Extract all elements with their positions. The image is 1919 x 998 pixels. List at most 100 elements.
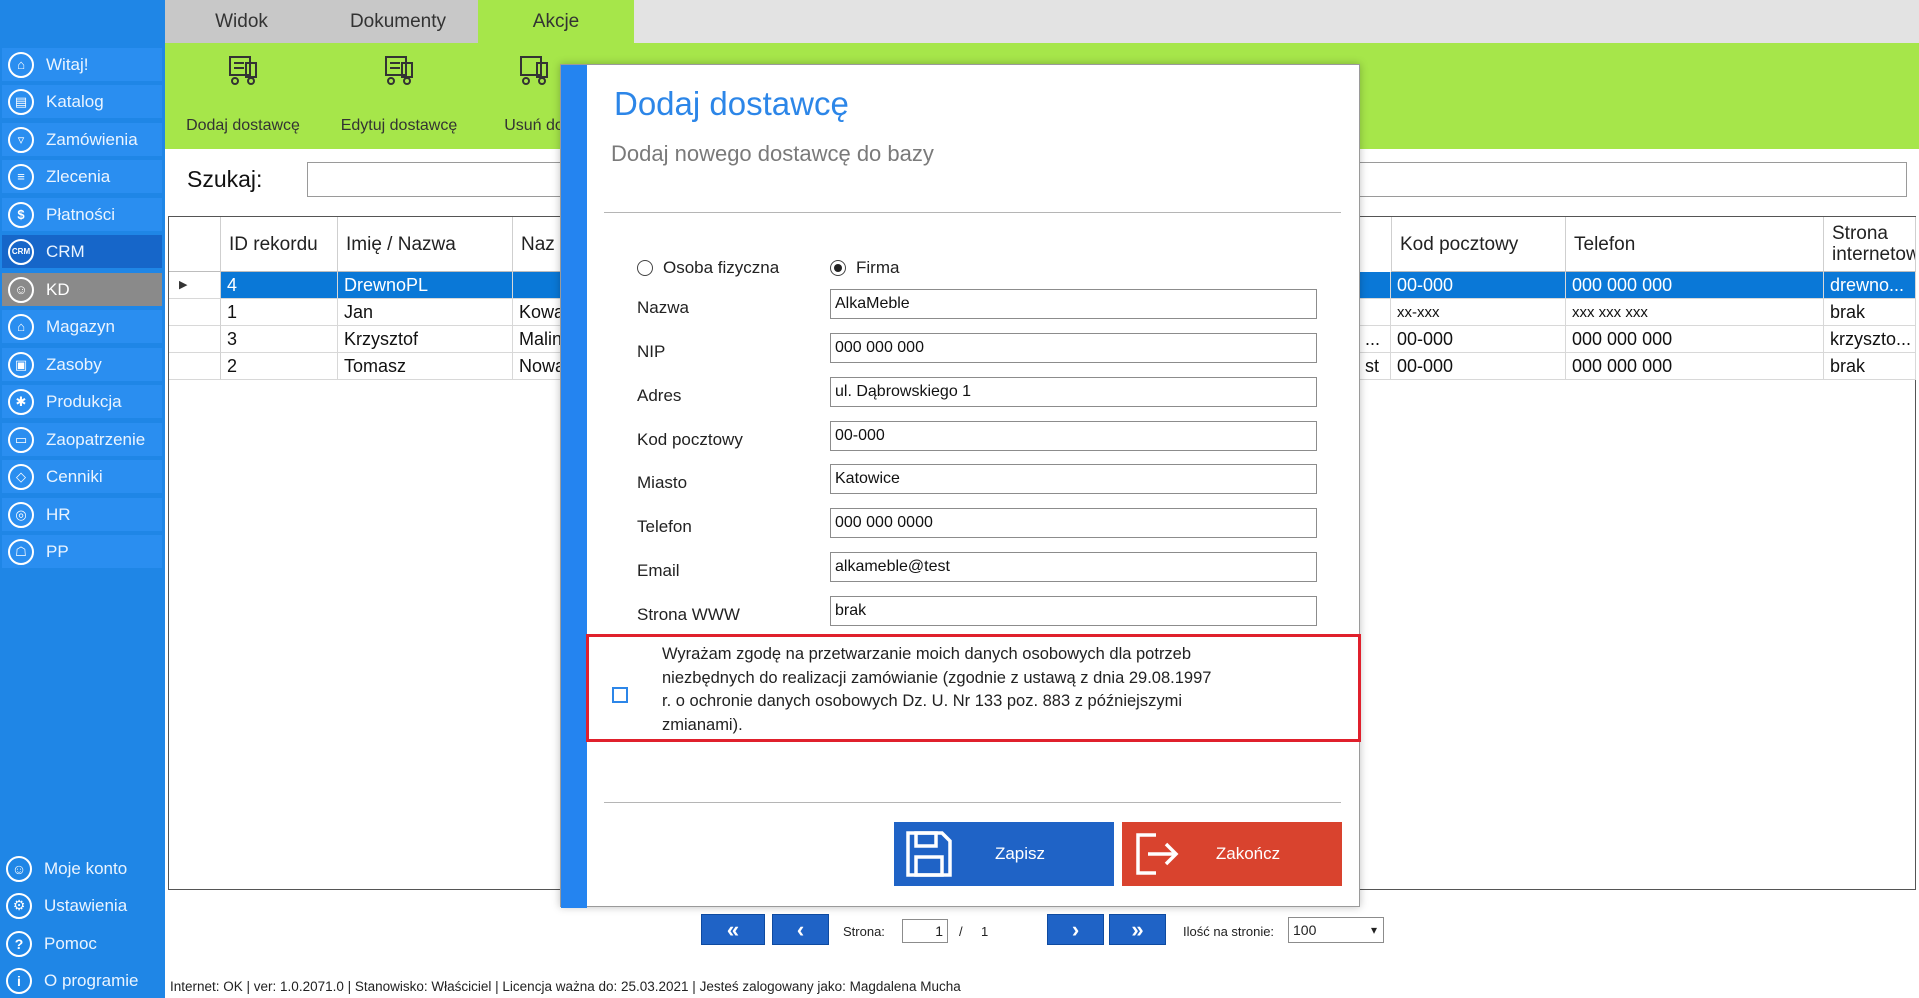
cell-name: Jan — [338, 299, 513, 326]
sidebar-item-kd[interactable]: ☺ KD — [2, 273, 162, 306]
cell-phone: 000 000 000 — [1566, 272, 1824, 299]
sidebar-item-label: HR — [46, 504, 71, 524]
sidebar-item-pomoc[interactable]: ? Pomoc — [2, 927, 162, 960]
cell-www: brak — [1824, 353, 1916, 380]
zip-field[interactable]: 00-000 — [830, 421, 1317, 451]
add-supplier-icon — [224, 51, 262, 89]
cell-name: Tomasz — [338, 353, 513, 380]
first-page-button[interactable]: « — [701, 914, 765, 945]
sidebar-item-katalog[interactable]: ▤ Katalog — [2, 85, 162, 118]
sidebar-item-zamowienia[interactable]: ▿ Zamówienia — [2, 123, 162, 156]
sidebar-item-label: Pomoc — [44, 933, 97, 953]
total-pages: 1 — [981, 924, 989, 939]
row-selector[interactable] — [169, 353, 221, 380]
edit-supplier-button[interactable]: Edytuj dostawcę — [335, 43, 463, 149]
dialog-title: Dodaj dostawcę — [614, 85, 849, 122]
save-button[interactable]: Zapisz — [894, 822, 1114, 886]
add-supplier-button[interactable]: Dodaj dostawcę — [179, 43, 307, 149]
sidebar-item-magazyn[interactable]: ⌂ Magazyn — [2, 310, 162, 343]
ribbon-label: Edytuj dostawcę — [340, 117, 458, 134]
sidebar-item-produkcja[interactable]: ✱ Produkcja — [2, 385, 162, 418]
radio-person-dot[interactable] — [637, 260, 653, 276]
radio-person-label: Osoba fizyczna — [663, 258, 780, 277]
row-selector[interactable]: ▶ — [169, 272, 221, 299]
tab-widok[interactable]: Widok — [165, 0, 318, 43]
sidebar-item-witaj[interactable]: ⌂ Witaj! — [2, 48, 162, 81]
consent-text: Wyrażam zgodę na przetwarzanie moich dan… — [662, 645, 1212, 734]
phone-field[interactable]: 000 000 0000 — [830, 508, 1317, 538]
per-page-select[interactable]: 100 ▾ — [1288, 917, 1384, 943]
city-field[interactable]: Katowice — [830, 464, 1317, 494]
crm-icon: CRM — [8, 238, 34, 265]
consent-checkbox[interactable] — [612, 687, 628, 703]
sidebar-item-label: Zaopatrzenie — [46, 429, 146, 449]
hr-icon: ◎ — [8, 501, 34, 528]
column-header-id[interactable]: ID rekordu — [221, 217, 338, 272]
column-header-phone[interactable]: Telefon — [1566, 217, 1824, 272]
sidebar-item-hr[interactable]: ◎ HR — [2, 498, 162, 531]
account-icon: ☺ — [6, 855, 32, 882]
name-field[interactable]: AlkaMeble — [830, 289, 1317, 319]
sidebar-item-label: Zamówienia — [46, 129, 138, 149]
prev-page-button[interactable]: ‹ — [772, 914, 829, 945]
tab-akcje[interactable]: Akcje — [478, 0, 634, 43]
sidebar-item-label: Zasoby — [46, 354, 102, 374]
sidebar-item-ustawienia[interactable]: ⚙ Ustawienia — [2, 889, 162, 922]
sidebar-item-crm[interactable]: CRM CRM — [2, 235, 162, 268]
sidebar-item-label: Płatności — [46, 204, 115, 224]
radio-company-dot[interactable] — [830, 260, 846, 276]
gear-icon: ⚙ — [6, 892, 32, 919]
cell-zip: xx-xxx — [1391, 299, 1566, 326]
tab-dokumenty[interactable]: Dokumenty — [318, 0, 478, 43]
cell-extra: st — [1359, 353, 1391, 380]
dialog-accent-bar — [561, 65, 587, 908]
radio-person[interactable]: Osoba fizyczna — [637, 258, 779, 278]
row-selector[interactable] — [169, 299, 221, 326]
sidebar-item-cenniki[interactable]: ◇ Cenniki — [2, 460, 162, 493]
address-field[interactable]: ul. Dąbrowskiego 1 — [830, 377, 1317, 407]
pp-icon: ☖ — [8, 538, 34, 565]
finish-button[interactable]: Zakończ — [1122, 822, 1342, 886]
cell-phone: 000 000 000 — [1566, 353, 1824, 380]
row-arrow-icon: ▶ — [179, 279, 188, 291]
cart-icon: ▿ — [8, 126, 34, 153]
sidebar-item-o-programie[interactable]: i O programie — [2, 964, 162, 997]
delete-supplier-button[interactable]: Usuń do — [499, 43, 569, 149]
column-header-www[interactable]: Strona internetow — [1824, 217, 1916, 272]
per-page-label: Ilość na stronie: — [1183, 924, 1275, 939]
email-field[interactable]: alkameble@test — [830, 552, 1317, 582]
column-header-name[interactable]: Imię / Nazwa — [338, 217, 513, 272]
nip-field[interactable]: 000 000 000 — [830, 333, 1317, 363]
cell-www: brak — [1824, 299, 1916, 326]
dialog-subtitle: Dodaj nowego dostawcę do bazy — [611, 141, 934, 166]
sidebar-item-moje-konto[interactable]: ☺ Moje konto — [2, 852, 162, 885]
chevron-down-icon: ▾ — [1370, 923, 1377, 937]
last-page-button[interactable]: » — [1109, 914, 1166, 945]
sidebar-item-zlecenia[interactable]: ≡ Zlecenia — [2, 160, 162, 193]
sidebar: ⌂ Witaj! ▤ Katalog ▿ Zamówienia ≡ Zlecenia $… — [0, 0, 165, 998]
page-label: Strona: — [843, 924, 885, 939]
cell-extra — [1359, 272, 1391, 299]
list-icon: ≡ — [8, 163, 34, 190]
sidebar-item-platnosci[interactable]: $ Płatności — [2, 198, 162, 231]
www-field[interactable]: brak — [830, 596, 1317, 626]
sidebar-item-label: O programie — [44, 970, 139, 990]
cell-zip: 00-000 — [1391, 326, 1566, 353]
column-header-zip[interactable]: Kod pocztowy — [1391, 217, 1566, 272]
help-icon: ? — [6, 930, 32, 957]
radio-company[interactable]: Firma — [830, 258, 899, 278]
cell-phone: xxx xxx xxx — [1566, 299, 1824, 326]
page-input[interactable]: 1 — [902, 919, 948, 943]
sidebar-item-zasoby[interactable]: ▣ Zasoby — [2, 348, 162, 381]
email-label: Email — [637, 561, 680, 580]
row-selector[interactable] — [169, 326, 221, 353]
next-page-button[interactable]: › — [1047, 914, 1104, 945]
sidebar-item-pp[interactable]: ☖ PP — [2, 535, 162, 568]
cell-name: DrewnoPL — [338, 272, 513, 299]
add-supplier-dialog: Dodaj dostawcę Dodaj nowego dostawcę do … — [560, 64, 1361, 908]
sidebar-item-label: Ustawienia — [44, 895, 128, 915]
box-icon: ▣ — [8, 351, 34, 378]
sidebar-item-zaopatrzenie[interactable]: ▭ Zaopatrzenie — [2, 423, 162, 456]
sidebar-item-label: Cenniki — [46, 466, 103, 486]
cell-www: krzyszto... — [1824, 326, 1916, 353]
